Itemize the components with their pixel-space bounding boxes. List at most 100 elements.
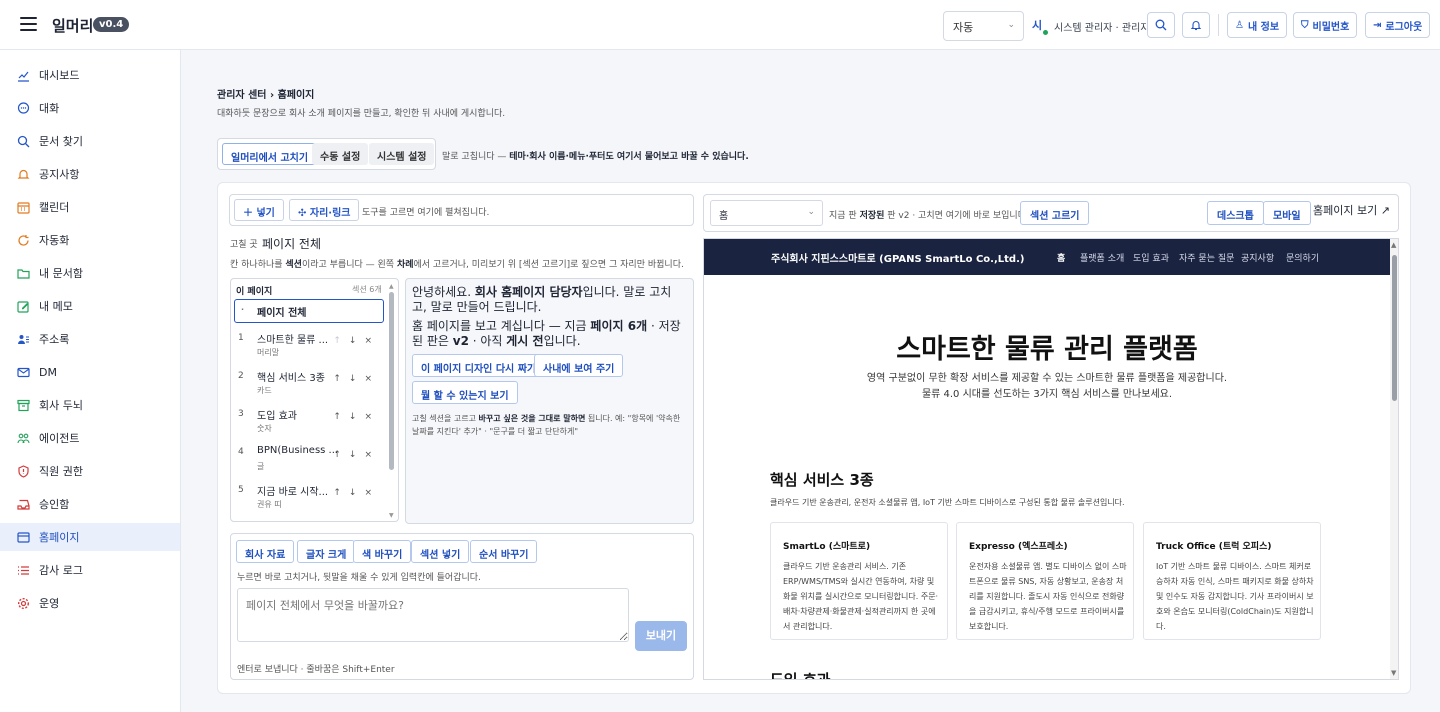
mode-note: 말로 고칩니다 — 테마·회사 이름·메뉴·푸터도 여기서 물어보고 바꿀 수 …	[442, 152, 749, 162]
sidebar-item-label: 자동화	[39, 234, 70, 247]
font-larger-button[interactable]: 글자 크게	[297, 540, 356, 563]
message-input[interactable]	[237, 588, 629, 642]
preview-menu-contact[interactable]: 문의하기	[1286, 251, 1319, 264]
remove-icon[interactable]: ×	[364, 412, 380, 422]
search-button[interactable]	[1147, 12, 1175, 38]
section-item[interactable]: 3 도입 효과 숫자 ↑↓×	[234, 404, 384, 438]
move-up-icon[interactable]: ↑	[333, 450, 349, 460]
insert-section-button[interactable]: 섹션 넣기	[411, 540, 470, 563]
move-icon: ✣	[298, 208, 307, 219]
notification-button[interactable]	[1182, 12, 1210, 38]
remove-icon[interactable]: ×	[364, 336, 380, 346]
preview-menu-effect[interactable]: 도입 효과	[1133, 251, 1169, 264]
move-up-icon[interactable]: ↑	[333, 412, 349, 422]
mobile-view-button[interactable]: 모바일	[1263, 201, 1311, 225]
tab-manual-settings[interactable]: 수동 설정	[312, 143, 369, 165]
sidebar-item[interactable]: 감사 로그	[0, 556, 180, 584]
sidebar-item[interactable]: 회사 두뇌	[0, 391, 180, 419]
section-controls[interactable]: ↑↓×	[333, 450, 380, 460]
move-up-icon[interactable]: ↑	[333, 336, 349, 346]
sidebar-item[interactable]: 공지사항	[0, 160, 180, 188]
sidebar-item[interactable]: 문서 찾기	[0, 127, 180, 155]
section-item[interactable]: 1 스마트한 물류 ... 머리말 ↑↓×	[234, 328, 384, 362]
scroll-up-icon[interactable]: ▲	[389, 283, 394, 290]
page-select[interactable]: 홈 ⌄	[710, 200, 823, 226]
move-down-icon[interactable]: ↓	[349, 336, 365, 346]
composer-footer: 엔터로 보냅니다 · 줄바꿈은 Shift+Enter	[237, 665, 395, 675]
move-up-icon[interactable]: ↑	[333, 374, 349, 384]
sidebar-item[interactable]: 대시보드	[0, 61, 180, 89]
logout-button[interactable]: ⇥ 로그아웃	[1365, 12, 1431, 38]
preview-services-subtitle: 클라우드 기반 운송관리, 운전자 소셜물류 앱, IoT 기반 스마트 디바이…	[770, 498, 1125, 507]
pick-section-button[interactable]: 섹션 고르기	[1020, 201, 1090, 225]
section-controls[interactable]: ↑↓×	[333, 336, 380, 346]
send-button[interactable]: 보내기	[635, 621, 687, 651]
top-bar: 일머리 v0.4 자동 ⌄ 시 시스템 관리자 · 관리자 ♙ 내 정보 ⛉ 비…	[0, 0, 1440, 50]
place-link-button[interactable]: ✣ 자리·링크	[289, 199, 360, 221]
sidebar-item[interactable]: 캘린더	[0, 193, 180, 221]
my-info-button[interactable]: ♙ 내 정보	[1227, 12, 1288, 38]
insert-button[interactable]: ＋ 넣기	[234, 199, 284, 221]
preview-menu-home[interactable]: 홈	[1057, 251, 1065, 264]
sidebar-item-label: 에이전트	[39, 432, 80, 445]
sidebar-item[interactable]: DM	[0, 358, 180, 386]
sidebar-item[interactable]: 홈페이지	[0, 523, 180, 551]
desktop-view-button[interactable]: 데스크톱	[1207, 201, 1264, 225]
section-item-whole-page[interactable]: · 페이지 전체	[234, 299, 384, 323]
preview-menu-platform[interactable]: 플랫폼 소개	[1080, 251, 1124, 264]
tab-system-settings[interactable]: 시스템 설정	[369, 143, 435, 165]
show-internal-button[interactable]: 사내에 보여 주기	[534, 354, 624, 377]
capabilities-button[interactable]: 뭘 할 수 있는지 보기	[412, 381, 518, 404]
section-item[interactable]: 2 핵심 서비스 3종 카드 ↑↓×	[234, 366, 384, 400]
menu-icon[interactable]	[20, 17, 37, 31]
section-controls[interactable]: ↑↓×	[333, 488, 380, 498]
move-down-icon[interactable]: ↓	[349, 412, 365, 422]
tab-edit-by-chat[interactable]: 일머리에서 고치기	[222, 143, 318, 165]
change-color-button[interactable]: 색 바꾸기	[353, 540, 412, 563]
scroll-up-icon[interactable]: ▲	[1391, 241, 1396, 249]
sidebar-item[interactable]: 주소록	[0, 325, 180, 353]
chat-hint: 고칠 섹션을 고르고 바꾸고 싶은 것을 그대로 말하면 됩니다. 예: "항목…	[412, 414, 681, 436]
preview-scroll-thumb[interactable]	[1392, 255, 1397, 401]
move-down-icon[interactable]: ↓	[349, 488, 365, 498]
redesign-button[interactable]: 이 페이지 디자인 다시 짜기	[412, 354, 546, 377]
scroll-down-icon[interactable]: ▼	[389, 512, 394, 519]
remove-icon[interactable]: ×	[364, 450, 380, 460]
target-value: 페이지 전체	[262, 237, 322, 251]
reorder-button[interactable]: 순서 바꾸기	[470, 540, 538, 563]
sidebar-item[interactable]: 에이전트	[0, 424, 180, 452]
remove-icon[interactable]: ×	[364, 374, 380, 384]
sidebar-item-label: 공지사항	[39, 168, 80, 181]
section-item[interactable]: 4 BPN(Business ... 글 ↑↓×	[234, 442, 384, 476]
section-scroll-thumb[interactable]	[389, 292, 394, 470]
view-homepage-link[interactable]: 홈페이지 보기 ↗	[1313, 202, 1390, 218]
sidebar-item[interactable]: 직원 권한	[0, 457, 180, 485]
user-role-text: 시스템 관리자 · 관리자	[1054, 23, 1150, 34]
sidebar-item-label: 내 문서함	[39, 267, 83, 280]
move-down-icon[interactable]: ↓	[349, 374, 365, 384]
company-data-button[interactable]: 회사 자료	[236, 540, 295, 563]
section-controls[interactable]: ↑↓×	[333, 374, 380, 384]
sidebar-item[interactable]: 운영	[0, 589, 180, 617]
preview-next-section-title: 도입 효과	[770, 671, 831, 680]
sidebar-item-label: DM	[39, 365, 57, 379]
remove-icon[interactable]: ×	[364, 488, 380, 498]
sidebar-item-label: 운영	[39, 597, 60, 610]
section-item[interactable]: 5 지금 바로 시작... 권유 띠 ↑↓×	[234, 480, 384, 514]
mode-select[interactable]: 자동 ⌄	[943, 11, 1024, 41]
section-number: 3	[238, 409, 244, 419]
move-down-icon[interactable]: ↓	[349, 450, 365, 460]
section-controls[interactable]: ↑↓×	[333, 412, 380, 422]
password-button[interactable]: ⛉ 비밀번호	[1293, 12, 1358, 38]
page-subtitle: 대화하듯 문장으로 회사 소개 페이지를 만들고, 확인한 뒤 사내에 게시합니…	[217, 109, 506, 119]
homepage-preview[interactable]: 주식회사 지핀스스마트로 (GPANS SmartLo Co.,Ltd.) 홈 …	[703, 238, 1399, 680]
sidebar-item[interactable]: 승인함	[0, 490, 180, 518]
preview-menu-faq[interactable]: 자주 묻는 질문	[1179, 251, 1234, 264]
move-up-icon[interactable]: ↑	[333, 488, 349, 498]
sidebar-item[interactable]: 자동화	[0, 226, 180, 254]
sidebar-item[interactable]: 내 메모	[0, 292, 180, 320]
scroll-down-icon[interactable]: ▼	[1391, 669, 1396, 677]
preview-menu-notice[interactable]: 공지사항	[1241, 251, 1274, 264]
sidebar-item[interactable]: 대화	[0, 94, 180, 122]
sidebar-item[interactable]: 내 문서함	[0, 259, 180, 287]
